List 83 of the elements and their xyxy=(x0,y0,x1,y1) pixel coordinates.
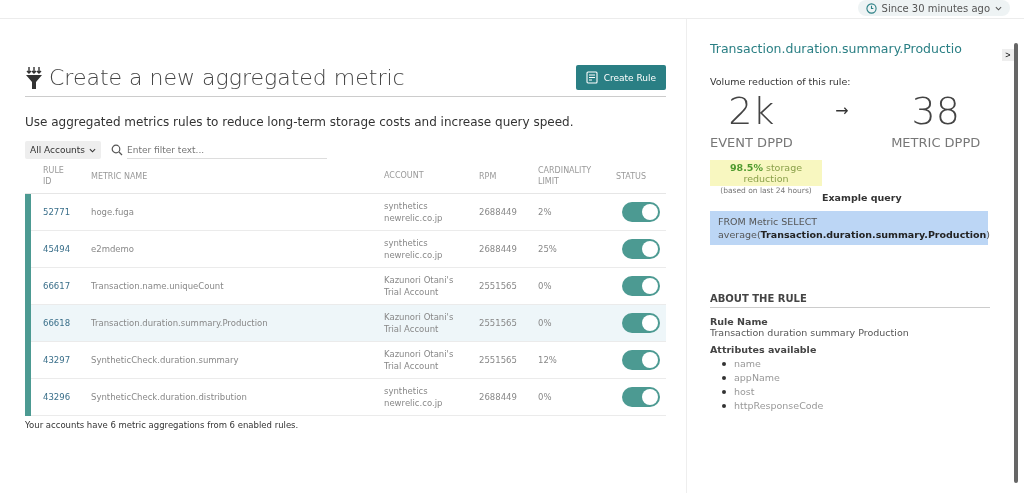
metric-name-cell-text: Transaction.duration.summary.Production xyxy=(91,318,269,328)
attribute-item: httpResponseCode xyxy=(734,399,824,413)
rule-id-link[interactable]: 43297 xyxy=(36,355,91,365)
account-cell-text: synthetics newrelic.co.jp xyxy=(384,200,444,224)
time-picker[interactable]: Since 30 minutes ago xyxy=(857,0,1010,16)
caret-icon xyxy=(89,147,97,153)
volume-heading: Volume reduction of this rule: xyxy=(710,76,852,87)
storage-reduction-badge: 98.5% storage reduction xyxy=(710,160,822,186)
cardinality-cell-text: 0% xyxy=(538,392,553,402)
description-text: Use aggregated metrics rules to reduce long-term storage costs and increase query speed. xyxy=(25,115,575,129)
about-heading: ABOUT THE RULE xyxy=(710,293,991,308)
attribute-item: appName xyxy=(734,371,780,385)
status-toggle[interactable] xyxy=(622,239,660,259)
rule-title-link[interactable]: Transaction.duration.summary.Productio xyxy=(710,41,991,56)
cardinality-cell-text: 2% xyxy=(538,207,553,217)
example-query: FROM Metric SELECT average(Transaction.duration.summary.Production) xyxy=(710,211,988,245)
column-header: RPM xyxy=(479,170,498,182)
metric-name-cell-text: SyntheticCheck.duration.summary xyxy=(91,355,240,365)
create-rule-button[interactable]: Create Rule xyxy=(575,65,666,90)
rpm-cell-text: 2551565 xyxy=(479,281,518,291)
table-row[interactable]: 66618 Transaction.duration.summary.Production Kazunori Otani's Trial Account 2551565 0% xyxy=(31,305,666,342)
column-header: RULE ID xyxy=(42,165,65,187)
table-row[interactable]: 43296 SyntheticCheck.duration.distribution synthetics newrelic.co.jp 2688449 0% xyxy=(31,379,666,416)
rpm-cell-text: 2688449 xyxy=(479,244,518,254)
rpm-cell-text: 2688449 xyxy=(479,392,518,402)
attribute-item: host xyxy=(734,385,755,399)
attributes-label: Attributes available xyxy=(710,344,818,355)
document-icon xyxy=(585,71,598,84)
cardinality-cell-text: 0% xyxy=(538,318,553,328)
clock-icon xyxy=(865,2,877,14)
status-toggle[interactable] xyxy=(622,202,660,222)
column-header: ACCOUNT xyxy=(384,170,425,182)
table-row[interactable]: 45494 e2mdemo synthetics newrelic.co.jp 2688449 25% xyxy=(31,231,666,268)
table-row[interactable]: 52771 hoge.fuga synthetics newrelic.co.jp 2688449 2% xyxy=(31,194,666,231)
account-cell-text: Kazunori Otani's Trial Account xyxy=(384,311,455,335)
metric-name-cell-text: hoge.fuga xyxy=(91,207,135,217)
status-toggle[interactable] xyxy=(622,313,660,333)
rpm-cell-text: 2688449 xyxy=(479,207,518,217)
column-header: STATUS xyxy=(616,170,647,182)
metric-label: METRIC DPPD xyxy=(891,135,981,150)
metric-name-cell-text: Transaction.name.uniqueCount xyxy=(91,281,225,291)
bullet-icon xyxy=(722,404,726,408)
account-cell-text: Kazunori Otani's Trial Account xyxy=(384,348,455,372)
rpm-cell-text: 2551565 xyxy=(479,355,518,365)
column-header: CARDINALITY LIMIT xyxy=(538,165,593,187)
event-value: 2k xyxy=(728,88,775,135)
metric-name-cell-text: e2mdemo xyxy=(91,244,136,254)
rule-id-link[interactable]: 45494 xyxy=(36,244,91,254)
page-title: Create a new aggregated metric xyxy=(49,65,405,90)
caret-icon xyxy=(995,5,1002,11)
status-toggle[interactable] xyxy=(622,387,660,407)
status-toggle[interactable] xyxy=(622,350,660,370)
column-header: METRIC NAME xyxy=(91,170,149,182)
funnel-icon xyxy=(25,65,43,90)
rule-id-link[interactable]: 52771 xyxy=(36,207,91,217)
cardinality-cell-text: 12% xyxy=(538,355,558,365)
bullet-icon xyxy=(722,376,726,380)
metric-value: 38 xyxy=(911,88,960,135)
rule-name-value: Transaction duration summary Production xyxy=(710,327,910,338)
cardinality-cell-text: 0% xyxy=(538,281,553,291)
attribute-item: name xyxy=(734,357,761,371)
rule-id-link[interactable]: 43296 xyxy=(36,392,91,402)
account-cell-text: synthetics newrelic.co.jp xyxy=(384,385,444,409)
cardinality-cell-text: 25% xyxy=(538,244,558,254)
bullet-icon xyxy=(722,390,726,394)
rule-name-label: Rule Name xyxy=(710,316,769,327)
summary-text: Your accounts have 6 metric aggregations from 6 enabled rules. xyxy=(25,420,300,430)
rule-id-link[interactable]: 66618 xyxy=(36,318,91,328)
rule-id-link[interactable]: 66617 xyxy=(36,281,91,291)
table-row[interactable]: 43297 SyntheticCheck.duration.summary Kazunori Otani's Trial Account 2551565 12% xyxy=(31,342,666,379)
search-icon xyxy=(111,144,124,156)
metric-name-cell-text: SyntheticCheck.duration.distribution xyxy=(91,392,248,402)
account-dropdown[interactable]: All Accounts xyxy=(25,141,102,159)
account-cell-text: Kazunori Otani's Trial Account xyxy=(384,274,455,298)
rpm-cell-text: 2551565 xyxy=(479,318,518,328)
collapse-button[interactable]: > xyxy=(1002,49,1014,61)
arrow-text: → xyxy=(835,101,849,120)
status-toggle[interactable] xyxy=(622,276,660,296)
account-cell-text: synthetics newrelic.co.jp xyxy=(384,237,444,261)
filter-field[interactable]: Enter filter text... xyxy=(127,141,328,159)
query-heading: Example query xyxy=(822,192,902,203)
event-label: EVENT DPPD xyxy=(710,135,793,150)
bullet-icon xyxy=(722,362,726,366)
